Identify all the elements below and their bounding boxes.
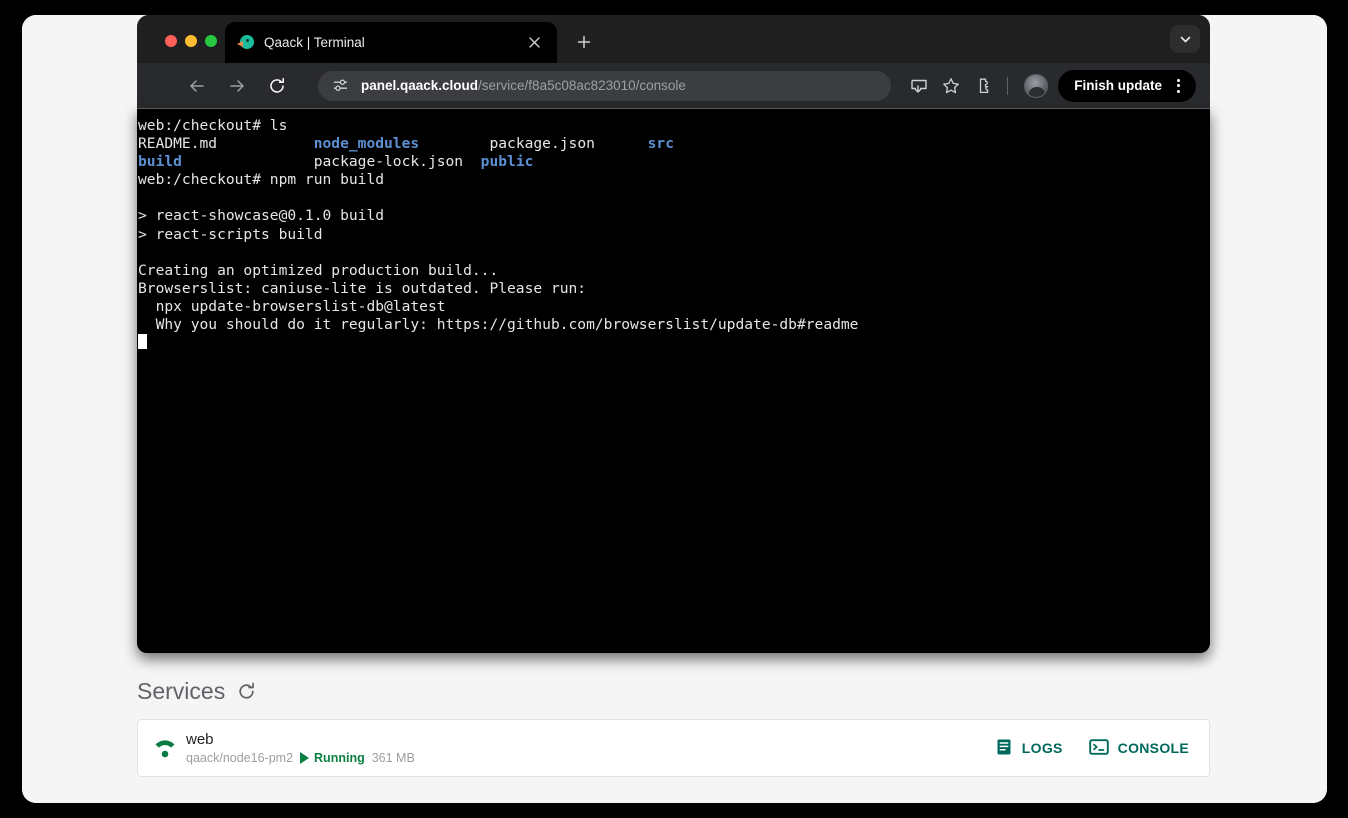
terminal-line: Browserslist: caniuse-lite is outdated. …: [138, 279, 587, 297]
services-header: Services: [137, 653, 1210, 709]
chevron-down-icon[interactable]: [1170, 25, 1200, 53]
url-host: panel.qaack.cloud: [361, 78, 479, 93]
service-row-web[interactable]: web qaack/node16-pm2 Running 361 MB LOGS…: [137, 719, 1210, 777]
console-label: CONSOLE: [1117, 740, 1189, 756]
tune-icon[interactable]: [332, 77, 349, 94]
service-actions: LOGS CONSOLE: [995, 738, 1189, 759]
tab-qaack-terminal[interactable]: Qaack | Terminal: [225, 22, 557, 63]
kebab-menu-icon[interactable]: [1168, 78, 1188, 93]
finish-update-button[interactable]: Finish update: [1058, 69, 1196, 102]
new-tab-button[interactable]: [569, 27, 599, 57]
service-meta: qaack/node16-pm2 Running 361 MB: [186, 750, 995, 766]
terminal-panel[interactable]: web:/checkout# ls README.md node_modules …: [137, 108, 1210, 653]
close-icon[interactable]: [523, 32, 545, 54]
logs-icon: [995, 738, 1013, 759]
service-image: qaack/node16-pm2: [186, 750, 294, 765]
terminal-line: > react-scripts build: [138, 225, 323, 243]
console-icon: [1088, 738, 1109, 759]
forward-arrow-icon[interactable]: [222, 71, 252, 101]
logs-button[interactable]: LOGS: [995, 738, 1063, 759]
terminal-line: web:/checkout# npm run build: [138, 171, 385, 189]
star-icon[interactable]: [937, 72, 965, 100]
toolbar-divider: [1007, 76, 1009, 95]
terminal-cursor: [138, 334, 1210, 352]
status-label: Running: [314, 750, 365, 765]
avatar[interactable]: [1024, 73, 1049, 98]
terminal-line: web:/checkout# ls: [138, 117, 288, 134]
tab-title: Qaack | Terminal: [264, 35, 365, 50]
finish-update-label: Finish update: [1074, 78, 1162, 93]
play-icon: [300, 751, 310, 764]
terminal-line: Creating an optimized production build..…: [138, 261, 499, 279]
browser-window: Qaack | Terminal panel.qaack.cloud/servi…: [22, 15, 1327, 803]
services-section: Services web qaack/node16-pm2 Running 36…: [137, 653, 1210, 777]
logs-label: LOGS: [1021, 740, 1063, 756]
status-badge: Running: [300, 750, 365, 766]
back-arrow-icon[interactable]: [182, 71, 212, 101]
terminal-line: build package-lock.json public: [138, 153, 534, 171]
reload-icon[interactable]: [262, 71, 292, 101]
address-bar[interactable]: panel.qaack.cloud/service/f8a5c08ac82301…: [318, 70, 892, 101]
terminal-line: Why you should do it regularly: https://…: [138, 316, 859, 334]
tab-strip: Qaack | Terminal: [137, 15, 1210, 63]
url-text: panel.qaack.cloud/service/f8a5c08ac82301…: [361, 78, 686, 93]
duck-icon: [237, 34, 254, 51]
service-name: web: [186, 730, 214, 748]
minimize-window-button[interactable]: [185, 35, 197, 47]
terminal-line: README.md node_modules package.json src: [138, 135, 674, 153]
maximize-window-button[interactable]: [205, 35, 217, 47]
close-window-button[interactable]: [165, 35, 177, 47]
page-title: Services: [137, 677, 226, 704]
url-path: /service/f8a5c08ac823010/console: [478, 78, 686, 93]
console-button[interactable]: CONSOLE: [1088, 738, 1189, 759]
window-controls: [165, 35, 217, 47]
browser-toolbar: panel.qaack.cloud/service/f8a5c08ac82301…: [137, 63, 1210, 108]
service-info: web qaack/node16-pm2 Running 361 MB: [186, 731, 995, 766]
puzzle-piece-icon[interactable]: [969, 72, 997, 100]
terminal-output: web:/checkout# ls README.md node_modules …: [138, 117, 1210, 352]
wifi-icon: [152, 735, 178, 761]
terminal-line: > react-showcase@0.1.0 build: [138, 207, 385, 225]
browser-chrome: Qaack | Terminal panel.qaack.cloud/servi…: [137, 15, 1210, 108]
service-memory: 361 MB: [371, 750, 415, 765]
terminal-line: npx update-browserslist-db@latest: [138, 297, 446, 315]
refresh-icon[interactable]: [235, 680, 257, 702]
install-app-icon[interactable]: [905, 72, 933, 100]
